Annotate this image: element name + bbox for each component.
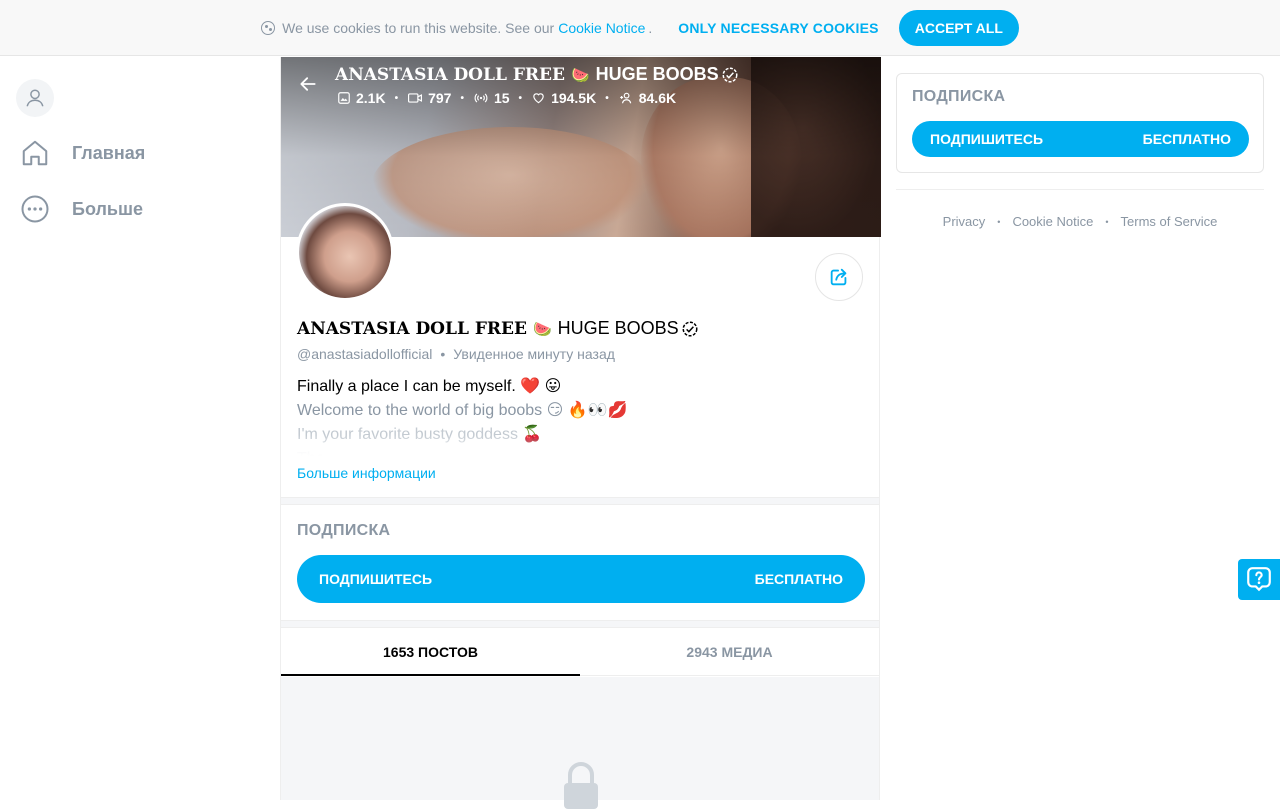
help-icon: [1247, 566, 1271, 591]
subscription-title: ПОДПИСКА: [297, 522, 391, 539]
accept-all-button[interactable]: ACCEPT ALL: [898, 9, 1019, 46]
privacy-link[interactable]: Privacy: [943, 214, 986, 229]
footer-links: Privacy • Cookie Notice • Terms of Servi…: [942, 214, 1218, 229]
cookie-notice-link[interactable]: Cookie Notice: [558, 20, 645, 36]
only-necessary-cookies-button[interactable]: ONLY NECESSARY COOKIES: [678, 20, 878, 36]
right-divider: [896, 189, 1264, 190]
cookie-icon: [261, 20, 276, 35]
stat-fans: 84.6K: [618, 90, 676, 106]
verified-icon: [722, 67, 738, 82]
lock-icon: [564, 762, 598, 809]
watermelon-emoji: 🍉: [532, 319, 552, 338]
arrow-left-icon: [300, 77, 316, 91]
subscribe-label: ПОДПИШИТЕСЬ: [319, 571, 433, 587]
more-icon: [21, 195, 49, 223]
profile-handle: @anastasiadollofficial: [297, 346, 433, 362]
section-divider: [281, 620, 879, 628]
tab-media[interactable]: 2943 МЕДИА: [580, 628, 879, 675]
profile-column: ANASTASIA DOLL FREE 🍉 HUGE BOOBS 2.1K • …: [280, 57, 881, 809]
tab-posts[interactable]: 1653 ПОСТОВ: [281, 628, 580, 676]
heart-icon: [533, 93, 544, 104]
video-icon: [408, 93, 423, 103]
content-tabs: 1653 ПОСТОВ 2943 МЕДИА: [281, 628, 879, 676]
verified-icon: [682, 321, 698, 336]
more-info-link[interactable]: Больше информации: [297, 465, 436, 481]
cookie-banner: We use cookies to run this website. See …: [0, 0, 1280, 56]
nav-home[interactable]: Главная: [20, 138, 145, 168]
terms-link[interactable]: Terms of Service: [1121, 214, 1218, 229]
stat-videos: 797: [407, 90, 451, 106]
cover-name-rest: HUGE BOOBS: [595, 64, 719, 84]
nav-home-label: Главная: [72, 142, 146, 163]
cookie-notice-footer-link[interactable]: Cookie Notice: [1012, 214, 1093, 229]
profile-stats: 2.1K • 797 • 15 • 194.5K • 84.6K: [337, 90, 676, 106]
subscription-title: ПОДПИСКА: [912, 88, 1006, 105]
image-icon: [338, 92, 350, 104]
cookie-text: We use cookies to run this website. See …: [282, 19, 555, 36]
user-icon: [26, 89, 44, 107]
stat-streams: 15: [473, 90, 510, 106]
profile-name-rest: HUGE BOOBS: [557, 318, 679, 338]
stat-photos: 2.1K: [337, 90, 386, 106]
nav-more[interactable]: Больше: [20, 194, 143, 224]
subscribe-price: БЕСПЛАТНО: [754, 571, 843, 587]
bio-line: Finally a place I can be myself. ❤️ 😛: [297, 378, 562, 395]
fans-icon: [619, 92, 631, 104]
cookie-dot: .: [648, 19, 653, 36]
profile-name-text: ANASTASIA DOLL FREE: [297, 318, 527, 339]
help-button[interactable]: [1238, 559, 1280, 600]
profile-name: ANASTASIA DOLL FREE 🍉 HUGE BOOBS: [297, 318, 699, 339]
subscribe-label: ПОДПИШИТЕСЬ: [930, 131, 1044, 147]
user-avatar[interactable]: [16, 79, 54, 117]
share-button[interactable]: [815, 253, 863, 301]
locked-content: [281, 677, 879, 809]
subscribe-button[interactable]: ПОДПИШИТЕСЬ БЕСПЛАТНО: [297, 555, 865, 603]
cover-title: ANASTASIA DOLL FREE 🍉 HUGE BOOBS: [335, 64, 739, 85]
back-button[interactable]: [295, 71, 321, 97]
section-divider: [281, 497, 879, 505]
subscribe-button-sidebar[interactable]: ПОДПИШИТЕСЬ БЕСПЛАТНО: [912, 121, 1249, 157]
subscription-card: ПОДПИСКА ПОДПИШИТЕСЬ БЕСПЛАТНО: [896, 73, 1264, 173]
nav-more-label: Больше: [72, 198, 143, 219]
last-seen: Увиденное минуту назад: [453, 346, 615, 362]
home-icon: [22, 140, 48, 166]
bio-line: Welcome to the world of big boobs 😏 🔥👀💋: [297, 402, 628, 419]
share-icon: [830, 268, 847, 286]
watermelon-emoji: 🍉: [570, 65, 590, 84]
subscribe-price: БЕСПЛАТНО: [1142, 131, 1231, 147]
cover-name: ANASTASIA DOLL FREE: [335, 64, 565, 85]
stat-likes: 194.5K: [531, 90, 596, 106]
profile-handle-row: @anastasiadollofficial • Увиденное минуту …: [297, 346, 615, 362]
profile-avatar[interactable]: [296, 203, 394, 301]
broadcast-icon: [474, 93, 488, 103]
